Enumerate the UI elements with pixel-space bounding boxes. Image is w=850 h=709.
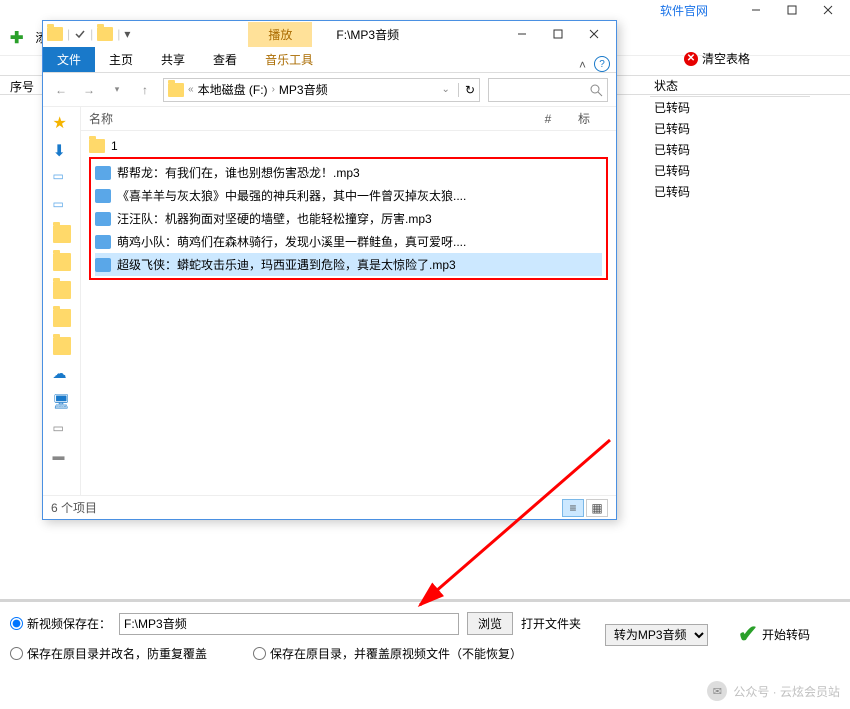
browse-button[interactable]: 浏览 (467, 612, 513, 635)
item-count: 6 个项目 (51, 499, 97, 516)
folder-row[interactable]: 1 (89, 137, 608, 155)
file-row-selected[interactable]: 超级飞侠：蟒蛇攻击乐迪，玛西亚遇到危险，真是太惊险了.mp3 (95, 253, 602, 276)
folder-icon (89, 139, 105, 153)
tab-view[interactable]: 查看 (199, 47, 251, 72)
seq-header: 序号 (0, 76, 44, 94)
documents-icon[interactable]: ▭ (53, 169, 71, 187)
nav-up-icon[interactable]: ↑ (135, 80, 155, 100)
bg-maximize-button[interactable] (774, 1, 810, 19)
status-row: 已转码 (650, 160, 810, 181)
annotation-box: 帮帮龙：有我们在，谁也别想伤害恐龙！.mp3 《喜羊羊与灰太狼》中最强的神兵利器… (89, 157, 608, 280)
title-path: F:\MP3音频 (336, 26, 399, 43)
downloads-icon[interactable]: ⬇ (53, 141, 71, 159)
help-icon[interactable]: ? (594, 56, 610, 72)
open-folder-link[interactable]: 打开文件夹 (521, 615, 581, 632)
save-new-radio[interactable]: 新视频保存在： (10, 615, 111, 632)
play-tab[interactable]: 播放 (248, 22, 312, 47)
pictures-icon[interactable]: ▭ (53, 197, 71, 215)
save-path-input[interactable] (119, 613, 459, 635)
view-details-icon[interactable]: ≡ (562, 499, 584, 517)
save-overwrite-radio[interactable]: 保存在原目录，并覆盖原视频文件（不能恢复） (253, 645, 522, 662)
explorer-titlebar: | | | ▾ 播放 F:\MP3音频 (43, 21, 616, 47)
tab-music-tools[interactable]: 音乐工具 (251, 47, 327, 72)
col-hash[interactable]: # (518, 112, 578, 126)
folder-sidebar-icon[interactable] (53, 281, 71, 299)
explorer-minimize-button[interactable] (504, 25, 540, 43)
onedrive-icon[interactable]: ☁ (53, 365, 71, 383)
tab-home[interactable]: 主页 (95, 47, 147, 72)
add-icon: ✚ (10, 28, 23, 48)
explorer-main: 名称 # 标 1 帮帮龙：有我们在，谁也别想伤害恐龙！.mp3 《喜羊羊与灰太狼… (81, 107, 616, 495)
status-row: 已转码 (650, 139, 810, 160)
folder-sidebar-icon[interactable] (53, 225, 71, 243)
drive-icon[interactable]: ▬ (53, 449, 71, 467)
bg-titlebar: 软件官网 (0, 0, 850, 20)
save-rename-radio[interactable]: 保存在原目录并改名，防重复覆盖 (10, 645, 207, 662)
clear-icon: ✕ (684, 52, 698, 66)
col-mark[interactable]: 标 (578, 110, 608, 127)
status-row: 已转码 (650, 97, 810, 118)
file-row[interactable]: 汪汪队：机器狗面对坚硬的墙壁，也能轻松撞穿，厉害.mp3 (95, 207, 602, 230)
search-icon (589, 83, 603, 97)
explorer-statusbar: 6 个项目 ≡ ▦ (43, 495, 616, 519)
tab-file[interactable]: 文件 (43, 47, 95, 72)
mp3-icon (95, 166, 111, 180)
address-bar[interactable]: « 本地磁盘 (F:) › MP3音频 ⌄ ↻ (163, 78, 480, 102)
drive-icon[interactable]: ▭ (53, 421, 71, 439)
explorer-sidebar: ★ ⬇ ▭ ▭ ☁ 🖥 ▭ ▬ (43, 107, 81, 495)
folder-icon (168, 83, 184, 97)
status-header: 状态 (650, 75, 810, 97)
folder-icon (97, 27, 113, 41)
search-box[interactable] (488, 78, 608, 102)
mp3-icon (95, 189, 111, 203)
nav-forward-icon[interactable]: → (79, 80, 99, 100)
folder-sidebar-icon[interactable] (53, 337, 71, 355)
bg-close-button[interactable] (810, 1, 846, 19)
explorer-ribbon: 文件 主页 共享 查看 音乐工具 ˄ ? (43, 47, 616, 73)
explorer-close-button[interactable] (576, 25, 612, 43)
refresh-icon[interactable]: ↻ (458, 83, 475, 97)
check-icon: ✔ (738, 620, 758, 649)
website-link[interactable]: 软件官网 (660, 2, 708, 19)
wechat-icon: ✉ (707, 681, 727, 701)
file-row[interactable]: 萌鸡小队：萌鸡们在森林骑行，发现小溪里一群鲑鱼，真可爱呀.... (95, 230, 602, 253)
status-column: 状态 已转码 已转码 已转码 已转码 已转码 (650, 75, 810, 202)
folder-sidebar-icon[interactable] (53, 253, 71, 271)
status-row: 已转码 (650, 118, 810, 139)
status-row: 已转码 (650, 181, 810, 202)
clear-table-button[interactable]: ✕ 清空表格 (684, 50, 750, 67)
folder-sidebar-icon[interactable] (53, 309, 71, 327)
convert-format-select[interactable]: 转为MP3音频 (605, 624, 708, 646)
mp3-icon (95, 212, 111, 226)
bg-minimize-button[interactable] (738, 1, 774, 19)
this-pc-icon[interactable]: 🖥 (53, 393, 71, 411)
col-name[interactable]: 名称 (89, 110, 518, 127)
nav-history-icon[interactable]: ▾ (107, 80, 127, 100)
quick-access-icon[interactable]: ★ (53, 113, 71, 131)
file-row[interactable]: 帮帮龙：有我们在，谁也别想伤害恐龙！.mp3 (95, 161, 602, 184)
explorer-maximize-button[interactable] (540, 25, 576, 43)
nav-back-icon[interactable]: ← (51, 80, 71, 100)
tab-share[interactable]: 共享 (147, 47, 199, 72)
mp3-icon (95, 235, 111, 249)
column-header: 名称 # 标 (81, 107, 616, 131)
ribbon-collapse-icon[interactable]: ˄ (579, 58, 586, 72)
watermark: ✉ 公众号 · 云炫会员站 (707, 681, 840, 701)
explorer-window: | | | ▾ 播放 F:\MP3音频 文件 主页 共享 查看 音乐工具 ˄ ?… (42, 20, 617, 520)
view-large-icon[interactable]: ▦ (586, 499, 608, 517)
folder-icon (47, 27, 63, 41)
check-small-icon (74, 28, 86, 40)
mp3-icon (95, 258, 111, 272)
file-row[interactable]: 《喜羊羊与灰太狼》中最强的神兵利器，其中一件曾灭掉灰太狼.... (95, 184, 602, 207)
start-convert-button[interactable]: ✔ 开始转码 (738, 620, 810, 649)
explorer-nav: ← → ▾ ↑ « 本地磁盘 (F:) › MP3音频 ⌄ ↻ (43, 73, 616, 107)
file-list: 1 帮帮龙：有我们在，谁也别想伤害恐龙！.mp3 《喜羊羊与灰太狼》中最强的神兵… (81, 131, 616, 286)
